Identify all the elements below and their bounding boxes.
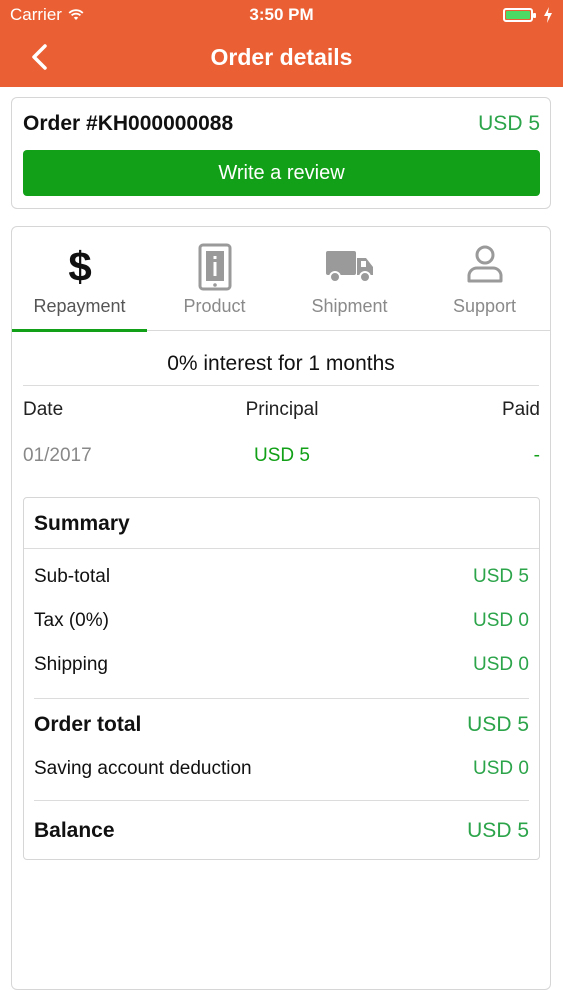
shipping-row: Shipping USD 0	[34, 654, 529, 676]
column-header-principal: Principal	[245, 399, 319, 420]
subtotal-label: Sub-total	[34, 566, 111, 587]
tab-support[interactable]: Support	[417, 227, 552, 331]
battery-icon	[503, 8, 536, 22]
balance-value: USD 5	[467, 819, 529, 842]
interest-info: 0% interest for 1 months	[167, 352, 395, 375]
order-amount: USD 5	[478, 112, 540, 135]
tab-bar: $ Repayment Product Shipment Support	[12, 227, 552, 332]
battery-indicator	[503, 7, 553, 23]
charging-icon	[544, 7, 552, 23]
status-time: 3:50 PM	[249, 5, 314, 24]
order-total-row: Order total USD 5	[34, 713, 529, 737]
app-header: Carrier 3:50 PM Order details	[0, 0, 563, 87]
balance-label: Balance	[34, 819, 115, 842]
subtotal-row: Sub-total USD 5	[34, 566, 529, 588]
balance-row: Balance USD 5	[34, 819, 529, 843]
divider	[24, 548, 539, 549]
write-review-button[interactable]: Write a review	[23, 150, 540, 196]
status-bar: Carrier 3:50 PM	[0, 0, 563, 30]
tax-row: Tax (0%) USD 0	[34, 610, 529, 632]
tab-label: Product	[183, 296, 246, 316]
tax-value: USD 0	[473, 610, 529, 631]
divider	[34, 800, 529, 801]
order-id: Order #KH000000088	[23, 112, 234, 135]
order-total-label: Order total	[34, 713, 142, 736]
battery-fill	[506, 11, 530, 19]
saving-deduction-label: Saving account deduction	[34, 758, 252, 779]
row-paid: -	[533, 445, 540, 466]
product-info-icon	[198, 243, 231, 291]
column-header-paid: Paid	[501, 399, 540, 420]
shipping-value: USD 0	[473, 654, 529, 675]
order-card: Order #KH000000088 USD 5 Write a review	[11, 97, 551, 209]
dollar-icon: $	[68, 243, 91, 287]
tab-label: Shipment	[311, 296, 388, 316]
nav-bar: Order details	[0, 30, 563, 87]
order-details-card: $ Repayment Product Shipment Support 0% …	[11, 226, 551, 990]
subtotal-value: USD 5	[473, 566, 529, 587]
divider	[23, 385, 539, 386]
truck-icon	[325, 251, 373, 283]
page-title: Order details	[210, 44, 353, 70]
tab-label: Repayment	[33, 296, 126, 316]
tab-product[interactable]: Product	[147, 227, 282, 331]
divider	[34, 698, 529, 699]
svg-text:$: $	[68, 243, 91, 287]
summary-title: Summary	[34, 512, 130, 535]
shipping-label: Shipping	[34, 654, 108, 675]
saving-deduction-row: Saving account deduction USD 0	[34, 758, 529, 780]
person-icon	[467, 245, 502, 283]
tab-repayment[interactable]: $ Repayment	[12, 227, 147, 332]
active-tab-indicator	[12, 329, 147, 332]
saving-deduction-value: USD 0	[473, 758, 529, 779]
row-principal: USD 5	[254, 445, 310, 466]
summary-box: Summary Sub-total USD 5 Tax (0%) USD 0 S…	[23, 497, 540, 860]
order-total-value: USD 5	[467, 713, 529, 736]
tax-label: Tax (0%)	[34, 610, 109, 631]
tab-shipment[interactable]: Shipment	[282, 227, 417, 331]
tab-label: Support	[452, 296, 517, 316]
